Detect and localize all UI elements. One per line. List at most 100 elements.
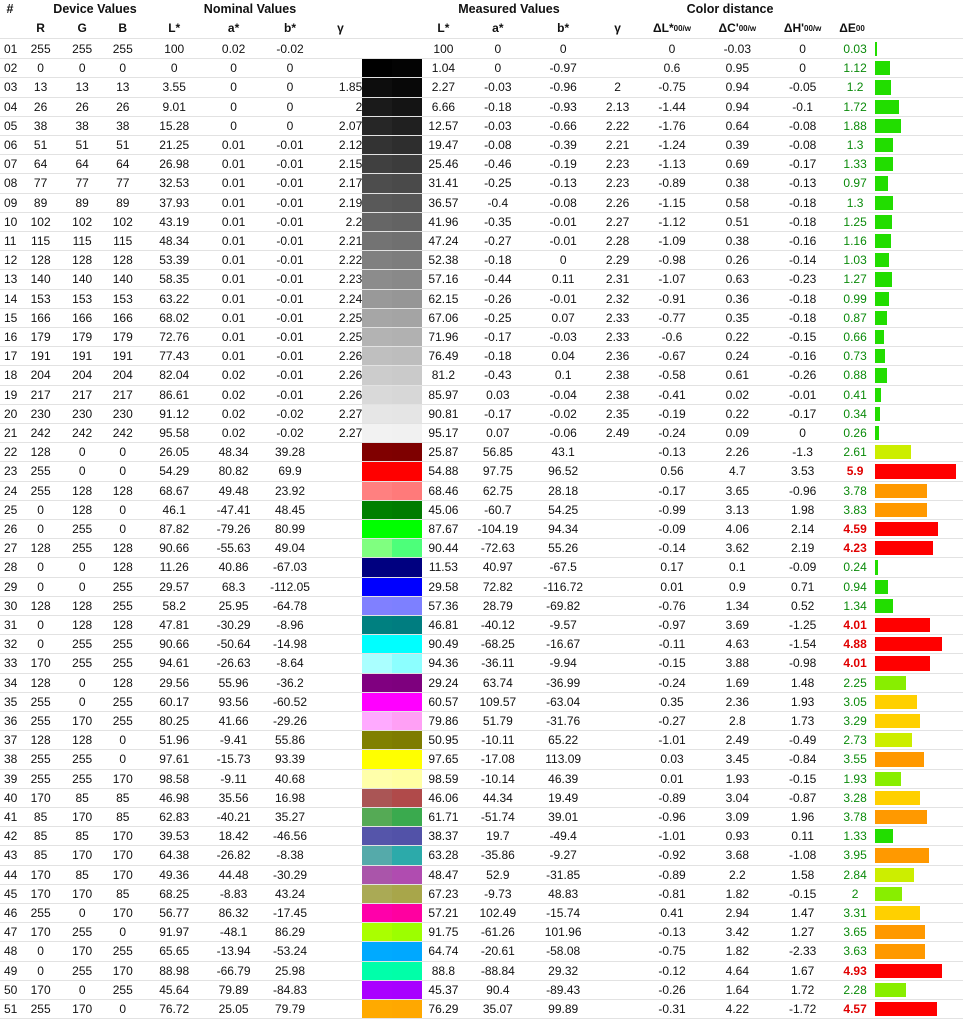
delta-E-bar bbox=[874, 99, 899, 114]
cell-delta-L: -0.41 bbox=[658, 387, 686, 402]
cell-nominal-b: 0 bbox=[286, 118, 294, 133]
measured-color-patch bbox=[391, 366, 422, 385]
cell-measured-b: 0 bbox=[559, 253, 567, 268]
color-swatch bbox=[362, 328, 422, 347]
cell-nominal-L: 32.53 bbox=[159, 176, 190, 191]
cell-delta-H: 2.14 bbox=[790, 522, 815, 537]
nominal-color-patch bbox=[362, 193, 392, 212]
row-number: 27 bbox=[4, 541, 18, 556]
cell-delta-E: 1.88 bbox=[843, 118, 867, 133]
cell-nominal-a: -9.41 bbox=[219, 733, 248, 748]
delta-E-bar-cell bbox=[874, 846, 963, 864]
cell-delta-E: 4.88 bbox=[843, 637, 867, 652]
cell-measured-b: -36.99 bbox=[546, 675, 581, 690]
delta-E-bar-cell bbox=[874, 443, 963, 461]
cell-G: 38 bbox=[75, 118, 89, 133]
cell-B: 255 bbox=[112, 714, 133, 729]
cell-measured-a: -10.14 bbox=[480, 771, 515, 786]
delta-E-bar bbox=[874, 157, 893, 172]
cell-measured-gamma: 2.49 bbox=[605, 426, 630, 441]
cell-nominal-gamma bbox=[319, 712, 363, 730]
cell-measured-a: -36.11 bbox=[481, 656, 515, 671]
measured-color-patch bbox=[391, 846, 422, 865]
cell-measured-b: 19.49 bbox=[548, 790, 579, 805]
cell-measured-L: 41.96 bbox=[428, 214, 459, 229]
cell-nominal-gamma bbox=[319, 962, 363, 980]
cell-delta-E: 4.57 bbox=[843, 1002, 867, 1017]
cell-nominal-gamma bbox=[319, 654, 363, 672]
delta-E-bar-cell bbox=[874, 290, 963, 308]
cell-nominal-a: 79.89 bbox=[218, 982, 249, 997]
delta-E-bar bbox=[874, 925, 925, 940]
cell-nominal-gamma bbox=[319, 578, 363, 596]
col-R: R bbox=[36, 21, 45, 35]
cell-measured-L: 47.24 bbox=[428, 234, 459, 249]
table-row: 27 128 255 128 90.66 -55.63 49.04 90.44 -72.63 55… bbox=[0, 539, 963, 559]
row-number: 19 bbox=[4, 387, 18, 402]
cell-measured-b: -9.27 bbox=[549, 848, 577, 863]
delta-E-bar-cell bbox=[874, 251, 963, 269]
col-swatch bbox=[362, 18, 421, 38]
cell-R: 51 bbox=[33, 138, 48, 153]
color-swatch bbox=[362, 136, 422, 155]
delta-E-bar bbox=[874, 810, 927, 825]
delta-E-bar-cell bbox=[874, 808, 963, 826]
cell-G: 255 bbox=[72, 656, 93, 671]
cell-delta-E: 0.88 bbox=[843, 368, 867, 383]
cell-measured-gamma bbox=[596, 750, 640, 768]
cell-B: 85 bbox=[116, 810, 130, 825]
cell-nominal-b: 79.79 bbox=[275, 1002, 306, 1017]
row-number: 38 bbox=[4, 752, 18, 767]
cell-nominal-b: -112.05 bbox=[270, 579, 310, 594]
delta-E-bar bbox=[874, 848, 929, 863]
measured-color-patch bbox=[391, 232, 422, 251]
cell-nominal-a: -8.83 bbox=[219, 886, 248, 901]
cell-G: 77 bbox=[75, 176, 89, 191]
cell-nominal-L: 63.22 bbox=[159, 291, 190, 306]
cell-B: 255 bbox=[112, 598, 133, 613]
table-row: 47 170 255 0 91.97 -48.1 86.29 91.75 -61.26 101.9… bbox=[0, 923, 963, 943]
cell-nominal-gamma bbox=[319, 827, 363, 845]
row-number: 01 bbox=[4, 42, 18, 57]
cell-measured-L: 88.8 bbox=[431, 963, 456, 978]
table-row: 12 128 128 128 53.39 0.01 -0.01 2.22 52.38 -0.18 0… bbox=[0, 251, 963, 271]
cell-R: 140 bbox=[30, 272, 51, 287]
cell-measured-a: -17.08 bbox=[480, 752, 515, 767]
cell-measured-a: 102.49 bbox=[479, 906, 517, 921]
cell-B: 242 bbox=[112, 426, 133, 441]
measured-color-patch bbox=[391, 808, 422, 827]
cell-G: 170 bbox=[72, 810, 93, 825]
measured-color-patch bbox=[391, 961, 422, 980]
cell-B: 85 bbox=[116, 790, 130, 805]
measured-color-patch bbox=[391, 635, 422, 654]
cell-measured-b: 55.26 bbox=[548, 541, 579, 556]
cell-measured-gamma bbox=[596, 482, 640, 500]
cell-nominal-L: 53.39 bbox=[159, 253, 190, 268]
nominal-color-patch bbox=[362, 136, 392, 155]
cell-measured-b: 96.52 bbox=[548, 464, 579, 479]
cell-delta-L: 0.01 bbox=[660, 771, 684, 786]
cell-measured-b: 0.11 bbox=[551, 272, 575, 287]
cell-nominal-b: 55.86 bbox=[275, 733, 306, 748]
col-G: G bbox=[77, 21, 87, 35]
cell-delta-E: 4.59 bbox=[843, 522, 867, 537]
cell-measured-b: -58.08 bbox=[546, 944, 581, 959]
cell-G: 85 bbox=[75, 790, 89, 805]
cell-delta-L: -0.19 bbox=[658, 406, 686, 421]
cell-measured-b: -0.39 bbox=[549, 138, 577, 153]
cell-G: 0 bbox=[78, 61, 86, 76]
cell-delta-E: 0.94 bbox=[843, 579, 867, 594]
cell-R: 153 bbox=[30, 291, 51, 306]
cell-measured-gamma bbox=[596, 904, 640, 922]
cell-measured-b: 113.09 bbox=[545, 752, 582, 767]
cell-nominal-b: 0 bbox=[286, 80, 294, 95]
cell-G: 179 bbox=[72, 330, 93, 345]
cell-delta-E: 0.66 bbox=[843, 330, 867, 345]
delta-E-bar-cell bbox=[874, 520, 963, 538]
cell-R: 170 bbox=[30, 867, 51, 882]
cell-nominal-b: 35.27 bbox=[275, 810, 306, 825]
cell-R: 179 bbox=[30, 330, 51, 345]
color-swatch bbox=[362, 500, 422, 519]
table-row: 08 77 77 77 32.53 0.01 -0.01 2.17 31.41 -0.25 -0.1… bbox=[0, 174, 963, 194]
table-row: 22 128 0 0 26.05 48.34 39.28 25.87 56.85 43.1 -0.1… bbox=[0, 443, 963, 463]
